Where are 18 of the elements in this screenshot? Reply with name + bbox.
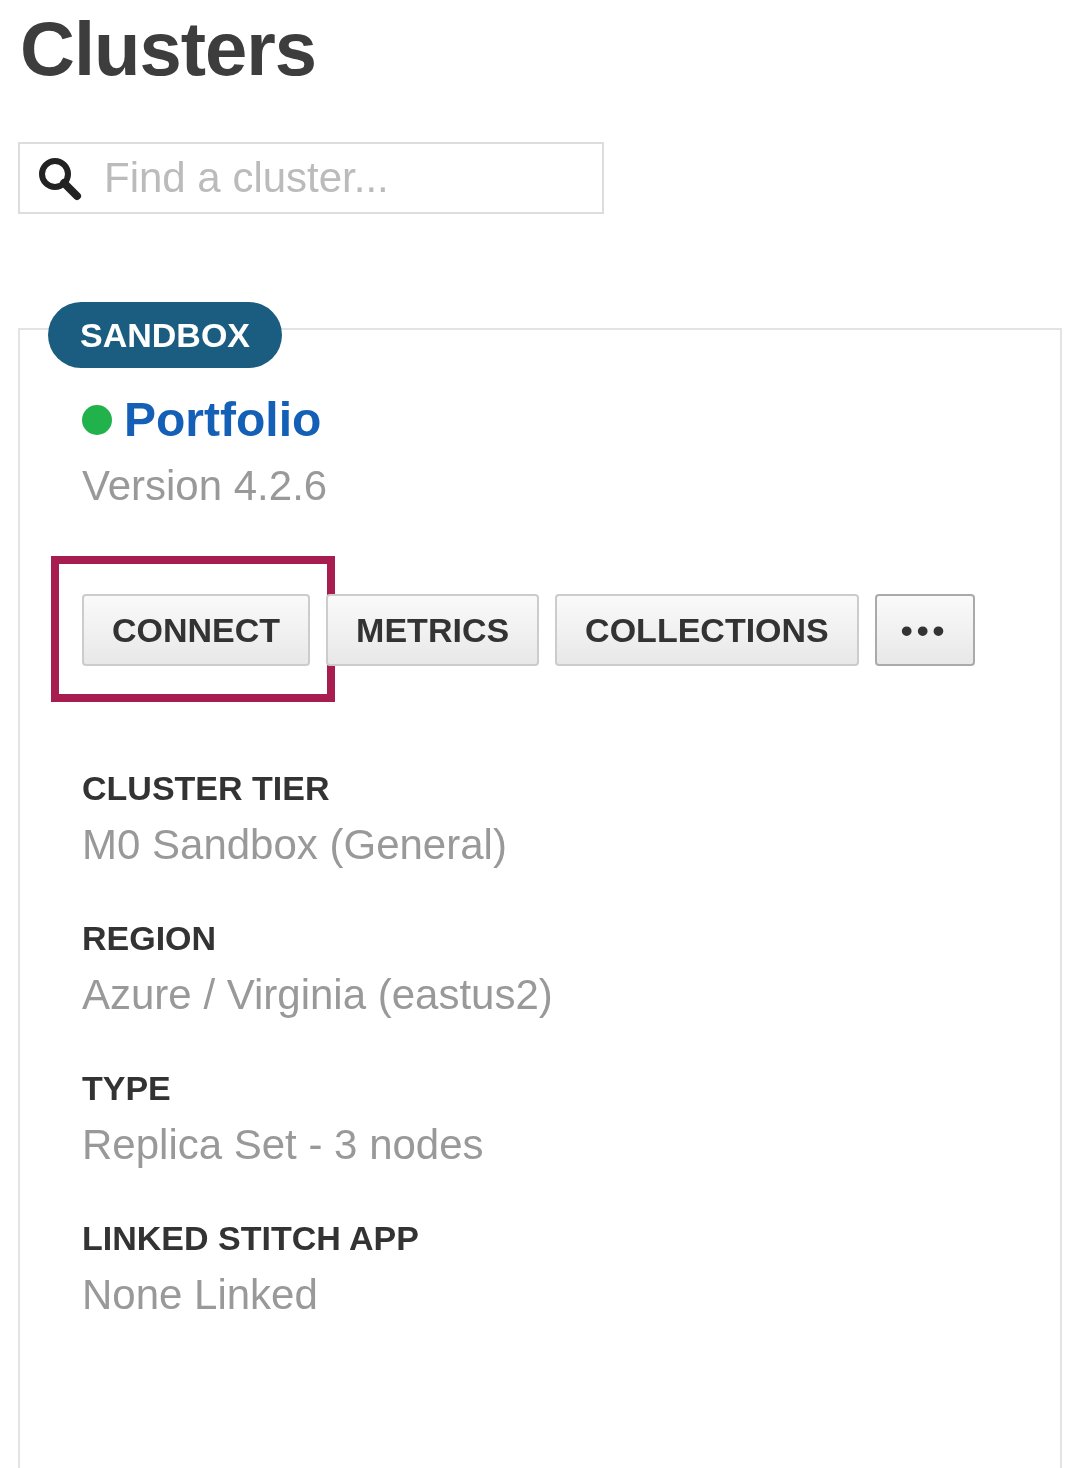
sandbox-badge: SANDBOX <box>48 302 283 368</box>
search-icon <box>36 155 82 201</box>
version-text: Version 4.2.6 <box>82 461 329 511</box>
detail-value: M0 Sandbox (General) <box>82 820 508 870</box>
action-button[interactable]: METRICS <box>326 594 540 666</box>
detail-value: Azure / Virginia (eastus2) <box>82 970 554 1020</box>
search-field[interactable]: Find a cluster... <box>18 142 604 214</box>
action-button[interactable]: CONNECT <box>82 594 311 666</box>
more-button[interactable]: ••• <box>874 594 975 666</box>
detail-value: None Linked <box>82 1270 319 1320</box>
detail-label: LINKED STITCH APP <box>82 1218 420 1259</box>
detail-label: REGION <box>82 918 218 959</box>
detail-value: Replica Set - 3 nodes <box>82 1120 485 1170</box>
detail-label: CLUSTER TIER <box>82 768 331 809</box>
detail-label: TYPE <box>82 1068 172 1109</box>
page-title: Clusters <box>20 6 318 92</box>
action-button[interactable]: COLLECTIONS <box>555 594 859 666</box>
cluster-name-link[interactable]: Portfolio <box>124 390 322 450</box>
